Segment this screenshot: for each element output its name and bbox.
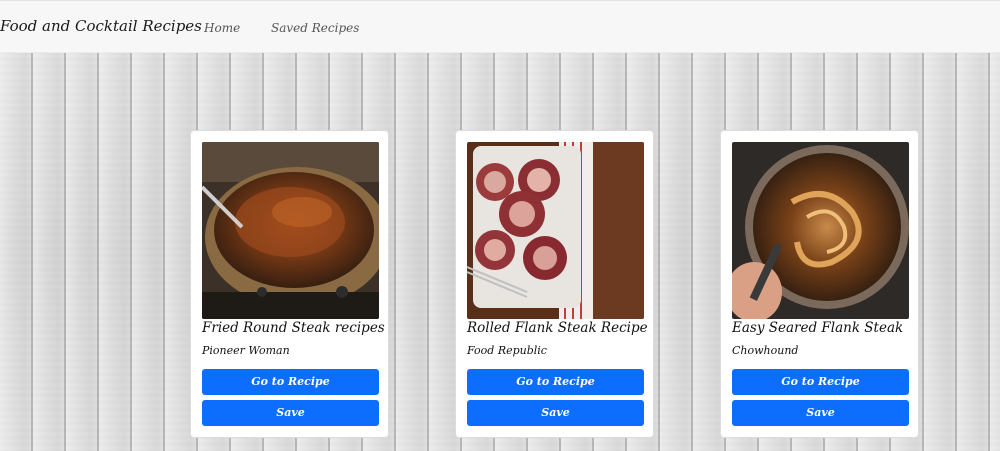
save-button[interactable]: Save bbox=[732, 400, 909, 426]
recipe-card: Fried Round Steak recipes Pioneer Woman … bbox=[190, 130, 389, 438]
recipe-photo bbox=[732, 142, 909, 319]
brand-title[interactable]: Food and Cocktail Recipes bbox=[0, 17, 202, 35]
save-button[interactable]: Save bbox=[202, 400, 379, 426]
recipe-card: Rolled Flank Steak Recipe Food Republic … bbox=[455, 130, 654, 438]
recipe-card: Easy Seared Flank Steak Chowhound Go to … bbox=[720, 130, 919, 438]
recipe-source: Chowhound bbox=[732, 344, 799, 357]
save-button[interactable]: Save bbox=[467, 400, 644, 426]
go-to-recipe-button[interactable]: Go to Recipe bbox=[732, 369, 909, 395]
navbar: Food and Cocktail Recipes Home Saved Rec… bbox=[0, 0, 1000, 53]
recipe-title: Fried Round Steak recipes bbox=[202, 320, 385, 336]
recipe-source: Food Republic bbox=[467, 344, 547, 357]
recipe-title: Rolled Flank Steak Recipe bbox=[467, 320, 648, 336]
recipe-photo bbox=[467, 142, 644, 319]
nav-link-home[interactable]: Home bbox=[204, 21, 240, 35]
recipe-photo bbox=[202, 142, 379, 319]
go-to-recipe-button[interactable]: Go to Recipe bbox=[467, 369, 644, 395]
recipe-title: Easy Seared Flank Steak bbox=[732, 320, 904, 336]
go-to-recipe-button[interactable]: Go to Recipe bbox=[202, 369, 379, 395]
recipe-source: Pioneer Woman bbox=[202, 344, 290, 357]
nav-link-saved-recipes[interactable]: Saved Recipes bbox=[271, 21, 359, 35]
